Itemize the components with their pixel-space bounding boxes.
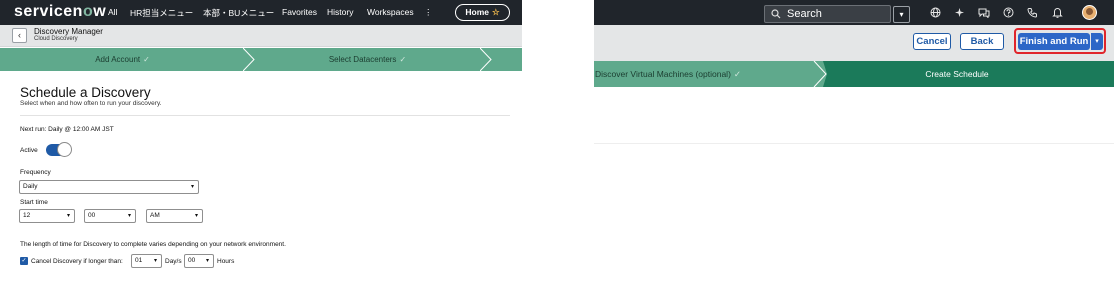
days-value: 01	[135, 257, 143, 264]
divider	[20, 115, 510, 116]
avatar[interactable]	[1082, 5, 1097, 20]
chat-icon[interactable]	[978, 7, 990, 21]
nav-all[interactable]: All	[108, 7, 117, 17]
search-placeholder: Search	[787, 8, 822, 20]
start-hour-value: 12	[23, 212, 31, 219]
step-divider-icon	[243, 48, 255, 71]
right-screenshot-panel: Search ▾ Cancel Back Finish and Run ▾ Di…	[594, 0, 1114, 286]
chevron-down-icon: ▾	[153, 258, 157, 264]
left-screenshot-panel: servicenow All HR担当メニュー 本部・BUメニュー Favori…	[0, 0, 522, 286]
step-add-account[interactable]: Add Account ✓	[0, 48, 245, 71]
hours-select[interactable]: 00 ▾	[184, 254, 214, 268]
globe-icon[interactable]	[930, 7, 941, 21]
wizard-stepper: Add Account ✓ Select Datacenters ✓	[0, 48, 522, 71]
nav-bu-menu[interactable]: 本部・BUメニュー	[203, 7, 274, 19]
check-icon: ✓	[143, 55, 150, 64]
page-subtitle: Cloud Discovery	[34, 36, 78, 42]
frequency-value: Daily	[23, 183, 38, 190]
divider	[594, 143, 1114, 144]
chevron-down-icon: ▾	[205, 258, 209, 264]
chevron-down-icon: ▾	[127, 213, 131, 219]
home-label: Home	[465, 7, 489, 17]
back-button[interactable]: Back	[960, 33, 1004, 50]
chevron-down-icon: ▾	[66, 213, 70, 219]
check-icon: ✓	[399, 55, 407, 64]
more-menu-icon[interactable]: ⋮	[424, 7, 433, 18]
nav-hr-menu[interactable]: HR担当メニュー	[130, 7, 193, 19]
hours-label: Hours	[217, 258, 235, 265]
hours-value: 00	[188, 257, 196, 264]
active-toggle-knob[interactable]	[57, 142, 72, 157]
page-header: ‹ Discovery Manager Cloud Discovery	[0, 25, 522, 47]
page-title: Discovery Manager	[34, 27, 103, 36]
start-minute-select[interactable]: 00 ▾	[84, 209, 136, 223]
nav-history[interactable]: History	[327, 7, 353, 17]
schedule-title: Schedule a Discovery	[20, 85, 151, 100]
step-label: Create Schedule	[925, 69, 989, 79]
home-button[interactable]: Home ☆	[455, 4, 510, 21]
search-scope-dropdown[interactable]: ▾	[893, 6, 910, 23]
finish-options-dropdown[interactable]: ▾	[1091, 33, 1103, 50]
start-ampm-select[interactable]: AM ▾	[146, 209, 203, 223]
start-ampm-value: AM	[150, 212, 160, 219]
top-nav-bar: servicenow All HR担当メニュー 本部・BUメニュー Favori…	[0, 0, 522, 25]
start-minute-value: 00	[88, 212, 96, 219]
step-divider-fill	[823, 61, 829, 87]
start-hour-select[interactable]: 12 ▾	[19, 209, 75, 223]
nav-favorites[interactable]: Favorites	[282, 7, 317, 17]
phone-icon[interactable]	[1027, 7, 1038, 21]
finish-and-run-button[interactable]: Finish and Run	[1018, 33, 1090, 50]
start-time-label: Start time	[20, 199, 48, 206]
back-chevron-icon[interactable]: ‹	[12, 28, 27, 43]
action-header: Cancel Back Finish and Run ▾	[594, 25, 1114, 64]
chevron-down-icon: ▾	[190, 184, 194, 190]
step-divider-icon	[480, 48, 492, 71]
days-select[interactable]: 01 ▾	[131, 254, 162, 268]
duration-note: The length of time for Discovery to comp…	[20, 241, 286, 248]
active-step-create-schedule[interactable]: Create Schedule	[827, 61, 1114, 87]
servicenow-logo[interactable]: servicenow	[14, 3, 106, 21]
schedule-subtitle: Select when and how often to run your di…	[20, 100, 162, 107]
days-label: Day/s	[165, 258, 182, 265]
next-run-text: Next run: Daily @ 12:00 AM JST	[20, 126, 114, 133]
step-select-datacenters[interactable]: Select Datacenters ✓	[255, 48, 480, 71]
step-label: Discover Virtual Machines (optional)	[595, 69, 731, 79]
nav-workspaces[interactable]: Workspaces	[367, 7, 414, 17]
frequency-select[interactable]: Daily ▾	[19, 180, 199, 194]
active-label: Active	[20, 147, 38, 154]
sparkle-icon[interactable]	[954, 7, 965, 21]
check-icon: ✓	[733, 69, 742, 79]
cancel-discovery-checkbox[interactable]: ✓	[20, 257, 28, 265]
search-icon	[771, 6, 781, 24]
frequency-label: Frequency	[20, 169, 51, 176]
help-icon[interactable]	[1003, 7, 1014, 21]
chevron-down-icon: ▾	[194, 213, 198, 219]
top-nav-bar: Search ▾	[594, 0, 1114, 25]
bell-icon[interactable]	[1052, 7, 1063, 21]
step-label: Add Account	[95, 55, 141, 64]
step-label: Select Datacenters	[328, 55, 397, 64]
cancel-button[interactable]: Cancel	[913, 33, 951, 50]
search-input[interactable]: Search	[764, 5, 891, 23]
step-discover-vms[interactable]: Discover Virtual Machines (optional) ✓	[594, 61, 814, 87]
cancel-discovery-label: Cancel Discovery if longer than:	[31, 258, 123, 265]
star-icon[interactable]: ☆	[492, 7, 500, 17]
